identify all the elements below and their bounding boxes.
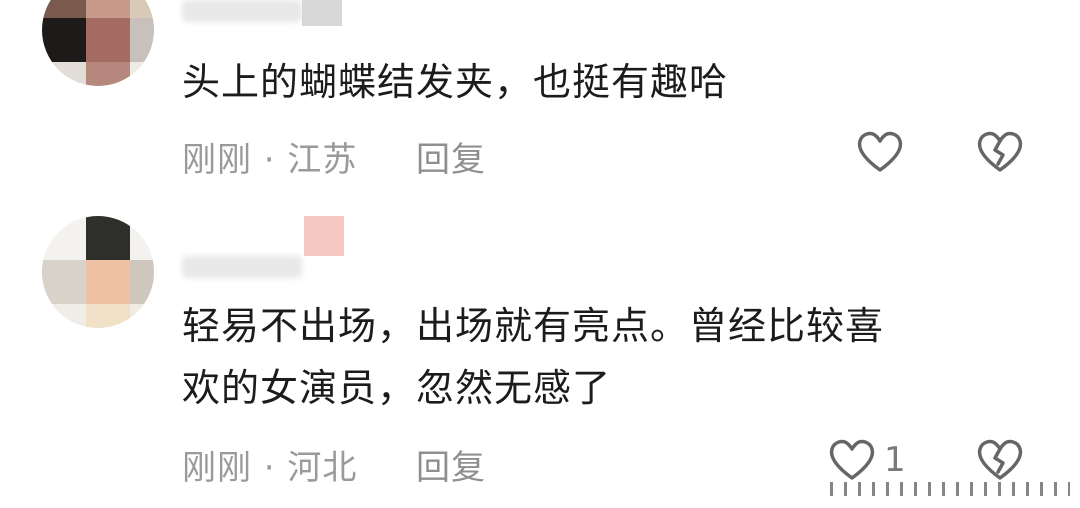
- avatar-mosaic-tile: [86, 62, 130, 86]
- avatar-mosaic-tile: [130, 216, 154, 260]
- heart-outline-icon: [857, 131, 903, 172]
- avatar-mosaic-tile: [42, 216, 86, 260]
- comment-text: 头上的蝴蝶结发夹，也挺有趣哈: [182, 60, 729, 104]
- comment-text-line: 轻易不出场，出场就有亮点。曾经比较喜: [182, 304, 885, 348]
- avatar-mosaic-tile: [130, 260, 154, 304]
- broken-heart-icon: [977, 131, 1023, 172]
- username-mosaic-tile: [302, 0, 342, 26]
- avatar-mosaic-tile: [130, 304, 154, 328]
- avatar[interactable]: [42, 216, 154, 328]
- heart-outline-icon: [829, 439, 875, 480]
- avatar-mosaic-tile: [86, 18, 130, 62]
- avatar-mosaic-tile: [86, 260, 130, 304]
- comment-item: 头上的蝴蝶结发夹，也挺有趣哈 刚刚 · 江苏 回复: [0, 0, 1080, 200]
- dislike-button[interactable]: [972, 124, 1028, 180]
- comment-meta: 刚刚 · 江苏: [182, 140, 358, 180]
- avatar-mosaic-tile: [42, 0, 86, 18]
- scan-artifact-bar: [830, 482, 1070, 496]
- avatar-mosaic-tile: [130, 18, 154, 62]
- reply-button[interactable]: 回复: [416, 440, 486, 489]
- avatar[interactable]: [42, 0, 154, 86]
- reply-button[interactable]: 回复: [416, 132, 486, 181]
- avatar-mosaic-tile: [42, 18, 86, 62]
- comment-meta: 刚刚 · 河北: [182, 448, 358, 488]
- avatar-mosaic-tile: [86, 0, 130, 18]
- username-blurred[interactable]: [182, 0, 302, 22]
- like-count: 1: [884, 440, 906, 480]
- like-button[interactable]: [824, 432, 880, 488]
- username-blurred[interactable]: [182, 256, 302, 278]
- comment-item: 轻易不出场，出场就有亮点。曾经比较喜 欢的女演员，忽然无感了 刚刚 · 河北 回…: [0, 210, 1080, 508]
- avatar-mosaic-tile: [130, 0, 154, 18]
- broken-heart-icon: [977, 439, 1023, 480]
- avatar-mosaic-tile: [42, 62, 86, 86]
- avatar-mosaic-tile: [86, 304, 130, 328]
- like-button[interactable]: [852, 124, 908, 180]
- comment-text-line: 欢的女演员，忽然无感了: [182, 366, 612, 410]
- avatar-mosaic-tile: [86, 216, 130, 260]
- avatar-mosaic-tile: [42, 260, 86, 304]
- avatar-mosaic-tile: [130, 62, 154, 86]
- username-mosaic-tile: [304, 216, 344, 256]
- dislike-button[interactable]: [972, 432, 1028, 488]
- avatar-mosaic-tile: [42, 304, 86, 328]
